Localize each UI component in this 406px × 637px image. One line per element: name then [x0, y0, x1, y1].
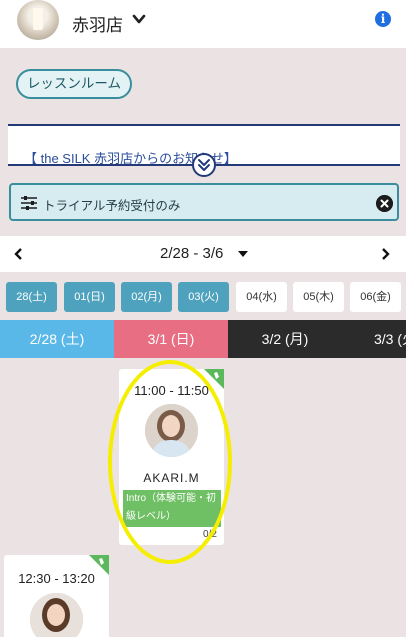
day-header: 2/28 (土)	[0, 320, 114, 358]
day-chip[interactable]: 04(水)	[236, 282, 287, 312]
day-header: 3/1 (日)	[114, 320, 228, 358]
header: 赤羽店 i	[0, 0, 406, 48]
day-header: 3/3 (火)	[342, 320, 406, 358]
trial-filter-bar[interactable]: トライアル予約受付のみ	[9, 183, 399, 221]
day-chip[interactable]: 03(火)	[178, 282, 229, 312]
next-week-icon[interactable]	[380, 247, 390, 261]
lesson-room-button[interactable]: レッスンルーム	[16, 69, 132, 99]
trial-filter-label: トライアル予約受付のみ	[43, 199, 181, 213]
day-chip[interactable]: 28(土)	[6, 282, 57, 312]
day-chip[interactable]: 06(金)	[350, 282, 401, 312]
store-avatar[interactable]	[17, 0, 59, 40]
store-name[interactable]: 赤羽店	[72, 11, 123, 36]
previous-week-icon[interactable]	[14, 247, 24, 261]
chevron-down-icon[interactable]	[132, 13, 146, 25]
day-chip[interactable]: 05(木)	[293, 282, 344, 312]
day-header: 3/2 (月)	[228, 320, 342, 358]
day-chip[interactable]: 01(日)	[64, 282, 115, 312]
expand-notice-button[interactable]	[192, 153, 216, 177]
sliders-icon	[21, 196, 37, 210]
lesson-card[interactable]: 12:30 - 13:20	[4, 555, 109, 637]
info-icon[interactable]: i	[375, 11, 391, 27]
day-chips: 28(土) 01(日) 02(月) 03(火) 04(水) 05(木) 06(金…	[0, 282, 406, 312]
double-chevron-down-icon	[198, 159, 210, 171]
clear-filter-icon[interactable]	[376, 195, 393, 212]
lesson-time: 12:30 - 13:20	[18, 571, 95, 586]
week-navigation: 2/28 - 3/6	[0, 236, 406, 272]
highlight-ring	[108, 360, 232, 564]
instructor-avatar	[30, 593, 83, 637]
week-range[interactable]: 2/28 - 3/6	[160, 245, 223, 262]
caret-down-icon[interactable]	[238, 251, 248, 258]
day-chip[interactable]: 02(月)	[121, 282, 172, 312]
